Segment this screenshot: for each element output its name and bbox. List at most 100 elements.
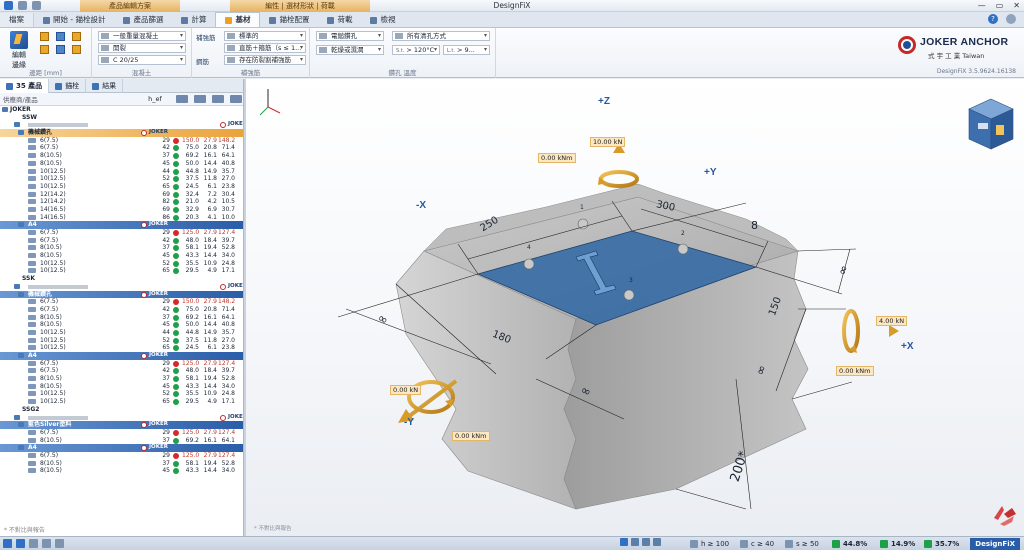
tab-load[interactable]: 荷載 [318, 13, 361, 27]
anchor-bolt[interactable] [523, 258, 535, 270]
tab-product-filter[interactable]: 產品篩選 [114, 13, 172, 27]
section-row[interactable]: A4 JOKER [0, 444, 243, 452]
help-icon[interactable]: ? [988, 14, 998, 24]
product-size-row[interactable]: 10(12.5) 52 35.5 10.9 24.8 [0, 390, 243, 398]
3d-viewport[interactable]: 1 2 3 4 +Z +Y -X +X -Y 0.00 kNm 10.00 kN… [246, 79, 1024, 536]
product-variant-row[interactable]: JOKER [0, 121, 243, 129]
product-variant-row[interactable]: JOKER [0, 283, 243, 291]
section-row[interactable]: 藍色Silver塗料 JOKER [0, 421, 243, 429]
product-size-row[interactable]: 8(10.5) 45 43.3 14.4 34.0 [0, 383, 243, 391]
camera-icon[interactable] [55, 539, 64, 548]
drill-state-select[interactable]: 乾燥或濕潤 [316, 45, 384, 55]
load-label-force-y[interactable]: 0.00 kN [390, 385, 422, 395]
layout-icon[interactable] [642, 538, 650, 546]
crack-state-select[interactable]: 開裂 [98, 43, 186, 53]
first-page-icon[interactable] [3, 539, 12, 548]
load-label-moment-y[interactable]: 0.00 kNm [452, 431, 490, 441]
tab-file[interactable]: 檔案 [0, 13, 34, 27]
next-page-icon[interactable] [29, 539, 38, 548]
product-size-row[interactable]: 12(14.2) 69 32.4 7.2 30.4 [0, 191, 243, 199]
expand-icon[interactable] [2, 107, 8, 112]
product-size-row[interactable]: 6(7.5) 42 48.0 18.4 39.7 [0, 237, 243, 245]
sort-icon[interactable] [176, 95, 188, 103]
section-row[interactable]: 機械鑽孔 JOKER [0, 290, 243, 299]
product-size-row[interactable]: 8(10.5) 37 58.1 19.4 52.8 [0, 244, 243, 252]
tab-anchor-design[interactable]: 開始 - 錨栓設計 [34, 13, 114, 27]
maximize-button[interactable]: ▭ [996, 1, 1004, 11]
reinf-bar-select[interactable]: 直筋＋箍筋（s ≤ 1... [224, 43, 306, 53]
reinf-edge-select[interactable]: 存在防裂割補強筋 [224, 55, 306, 65]
product-size-row[interactable]: 8(10.5) 37 69.2 16.1 64.1 [0, 152, 243, 160]
product-size-row[interactable]: 10(12.5) 52 37.5 11.8 27.0 [0, 337, 243, 345]
edge-left-icon[interactable] [40, 45, 49, 54]
product-size-row[interactable]: 8(10.5) 37 69.2 16.1 64.1 [0, 437, 243, 445]
tree-root[interactable]: JOKER [0, 106, 243, 114]
product-size-row[interactable]: 10(12.5) 65 24.5 6.1 23.8 [0, 344, 243, 352]
product-row[interactable]: SSG2 [0, 406, 243, 414]
product-size-row[interactable]: 10(12.5) 65 24.5 6.1 23.8 [0, 183, 243, 191]
edge-top-icon[interactable] [56, 32, 65, 41]
product-size-row[interactable]: 6(7.5) 29 125.0 27.9 127.4 [0, 360, 243, 368]
settings-icon[interactable] [653, 538, 661, 546]
minimize-button[interactable]: — [978, 1, 986, 11]
edge-right-icon[interactable] [72, 45, 81, 54]
product-size-row[interactable]: 8(10.5) 45 43.3 14.4 34.0 [0, 252, 243, 260]
product-size-row[interactable]: 14(16.5) 86 20.3 4.1 10.0 [0, 214, 243, 222]
product-size-row[interactable]: 8(10.5) 45 50.0 14.4 40.8 [0, 160, 243, 168]
product-size-row[interactable]: 10(12.5) 52 37.5 11.8 27.0 [0, 175, 243, 183]
product-size-row[interactable]: 6(7.5) 42 75.0 20.8 71.4 [0, 306, 243, 314]
load-label-moment-x[interactable]: 0.00 kNm [836, 366, 874, 376]
tab-view[interactable]: 檢視 [361, 13, 404, 27]
tab-calculate[interactable]: 計算 [172, 13, 215, 27]
product-size-row[interactable]: 8(10.5) 37 58.1 19.4 52.8 [0, 375, 243, 383]
product-size-row[interactable]: 6(7.5) 29 125.0 27.9 127.4 [0, 452, 243, 460]
product-size-row[interactable]: 6(7.5) 29 150.0 27.9 148.2 [0, 298, 243, 306]
user-icon[interactable] [1006, 14, 1016, 24]
load-label-force-x[interactable]: 4.00 kN [876, 316, 908, 326]
product-size-row[interactable]: 10(12.5) 44 44.8 14.9 35.7 [0, 329, 243, 337]
section-row[interactable]: 機械鑽孔 JOKER [0, 129, 243, 137]
product-size-row[interactable]: 6(7.5) 42 75.0 20.8 71.4 [0, 144, 243, 152]
dim-plate-thickness[interactable]: 8 [751, 219, 758, 232]
concrete-type-select[interactable]: 一般重量混凝土 [98, 31, 186, 41]
utilization-tension-icon[interactable] [212, 95, 224, 103]
tab-base-material[interactable]: 基材 [215, 12, 261, 27]
product-size-row[interactable]: 6(7.5) 29 150.0 27.9 148.2 [0, 137, 243, 145]
edit-edge-button[interactable]: 編輯 邊緣 [6, 31, 32, 70]
utilization-shear-icon[interactable] [230, 95, 242, 103]
product-size-row[interactable]: 14(16.5) 69 32.9 6.9 30.7 [0, 206, 243, 214]
edge-corner-icon[interactable] [40, 32, 49, 41]
close-button[interactable]: ✕ [1013, 1, 1020, 11]
product-size-row[interactable]: 6(7.5) 29 125.0 27.9 127.4 [0, 429, 243, 437]
tab-results[interactable]: 結果 [86, 79, 124, 93]
refresh-icon[interactable] [620, 538, 628, 546]
view-cube[interactable] [966, 97, 1016, 153]
section-row[interactable]: A4 JOKER [0, 221, 243, 229]
edge-center-icon[interactable] [56, 45, 65, 54]
concrete-grade-select[interactable]: C 20/25 [98, 55, 186, 65]
edge-corner-icon[interactable] [72, 32, 81, 41]
temp-short-select[interactable]: S.t. > 120°C [392, 45, 440, 55]
product-size-row[interactable]: 8(10.5) 45 43.3 14.4 34.0 [0, 467, 243, 475]
tab-anchor-layout[interactable]: 錨栓配置 [260, 13, 318, 27]
drill-method-select[interactable]: 電鎚鑽孔 [316, 31, 384, 41]
product-size-row[interactable]: 10(12.5) 65 29.5 4.9 17.1 [0, 398, 243, 406]
product-size-row[interactable]: 10(12.5) 52 35.5 10.9 24.8 [0, 260, 243, 268]
product-size-row[interactable]: 10(12.5) 44 44.8 14.9 35.7 [0, 168, 243, 176]
anchor-bolt[interactable] [677, 243, 689, 255]
last-page-icon[interactable] [42, 539, 51, 548]
product-size-row[interactable]: 10(12.5) 65 29.5 4.9 17.1 [0, 267, 243, 275]
grid-icon[interactable] [631, 538, 639, 546]
status-column-icon[interactable] [194, 95, 206, 103]
anchor-bolt[interactable] [577, 218, 589, 230]
header-hef[interactable]: h_ef [140, 95, 170, 103]
product-size-row[interactable]: 12(14.2) 82 21.0 4.2 10.5 [0, 198, 243, 206]
product-size-row[interactable]: 8(10.5) 45 50.0 14.4 40.8 [0, 321, 243, 329]
product-size-row[interactable]: 6(7.5) 29 125.0 27.9 127.4 [0, 229, 243, 237]
product-size-row[interactable]: 6(7.5) 42 48.0 18.4 39.7 [0, 367, 243, 375]
reinf-state-select[interactable]: 標準的 [224, 31, 306, 41]
product-row[interactable]: SSK [0, 275, 243, 283]
load-label-force-z[interactable]: 10.00 kN [590, 137, 626, 147]
anchor-bolt[interactable] [623, 289, 635, 301]
temp-long-select[interactable]: L.t. > 9... [443, 45, 490, 55]
